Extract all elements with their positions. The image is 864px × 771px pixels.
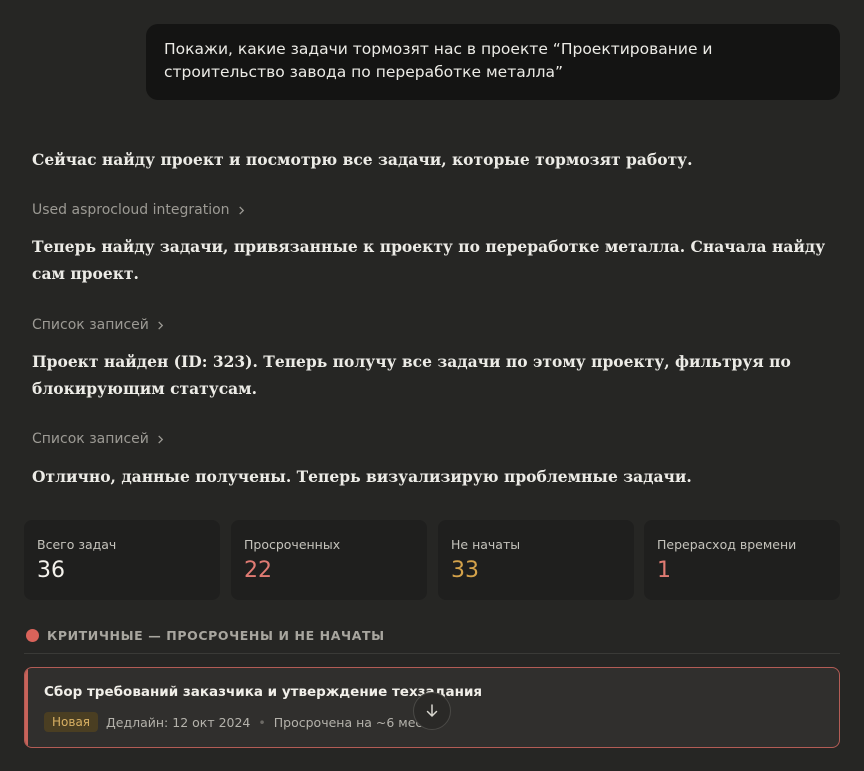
divider xyxy=(24,653,840,654)
chevron-right-icon xyxy=(158,434,164,444)
task-overdue: Просрочена на ~6 мес xyxy=(273,714,423,730)
task-deadline: Дедлайн: 12 окт 2024 xyxy=(106,714,251,730)
task-accent-bar xyxy=(25,668,28,747)
stats-row: Всего задач 36 Просроченных 22 Не начаты… xyxy=(24,520,840,600)
stat-value: 36 xyxy=(37,558,65,583)
stat-not-started: Не начаты 33 xyxy=(438,520,634,600)
stat-value: 1 xyxy=(657,558,671,583)
stat-overdue: Просроченных 22 xyxy=(231,520,427,600)
assistant-text-2: Теперь найду задачи, привязанные к проек… xyxy=(32,237,826,283)
critical-section-header: КРИТИЧНЫЕ — ПРОСРОЧЕНЫ И НЕ НАЧАТЫ xyxy=(26,628,385,643)
stat-value: 22 xyxy=(244,558,272,583)
chevron-right-icon xyxy=(158,320,164,330)
task-title: Сбор требований заказчика и утверждение … xyxy=(44,684,483,700)
task-meta: Новая Дедлайн: 12 окт 2024 • Просрочена … xyxy=(44,712,422,732)
stat-total-tasks: Всего задач 36 xyxy=(24,520,220,600)
assistant-text-3: Проект найден (ID: 323). Теперь получу в… xyxy=(32,352,791,398)
user-message: Покажи, какие задачи тормозят нас в прое… xyxy=(146,24,840,100)
stat-label: Перерасход времени xyxy=(657,537,797,552)
arrow-down-icon xyxy=(426,704,438,717)
tool-call-label: Список записей xyxy=(32,317,149,333)
tool-call-label: Used asprocloud integration xyxy=(32,202,230,218)
tool-call-label: Список записей xyxy=(32,431,149,447)
assistant-text-1: Сейчас найду проект и посмотрю все задач… xyxy=(32,150,693,169)
assistant-text-4: Отлично, данные получены. Теперь визуали… xyxy=(32,467,692,486)
tool-call-list-records-1[interactable]: Список записей xyxy=(32,317,165,333)
meta-separator: • xyxy=(258,714,266,730)
stat-label: Всего задач xyxy=(37,537,117,552)
stat-label: Не начаты xyxy=(451,537,521,552)
tool-call-asprocloud[interactable]: Used asprocloud integration xyxy=(32,202,246,218)
chevron-right-icon xyxy=(238,205,244,215)
stat-label: Просроченных xyxy=(244,537,341,552)
tool-call-list-records-2[interactable]: Список записей xyxy=(32,431,165,447)
section-title: КРИТИЧНЫЕ — ПРОСРОЧЕНЫ И НЕ НАЧАТЫ xyxy=(47,628,385,643)
critical-dot-icon xyxy=(26,629,39,642)
status-badge: Новая xyxy=(44,712,99,732)
scroll-down-button[interactable] xyxy=(413,692,451,730)
stat-time-overrun: Перерасход времени 1 xyxy=(644,520,840,600)
stat-value: 33 xyxy=(451,558,479,583)
